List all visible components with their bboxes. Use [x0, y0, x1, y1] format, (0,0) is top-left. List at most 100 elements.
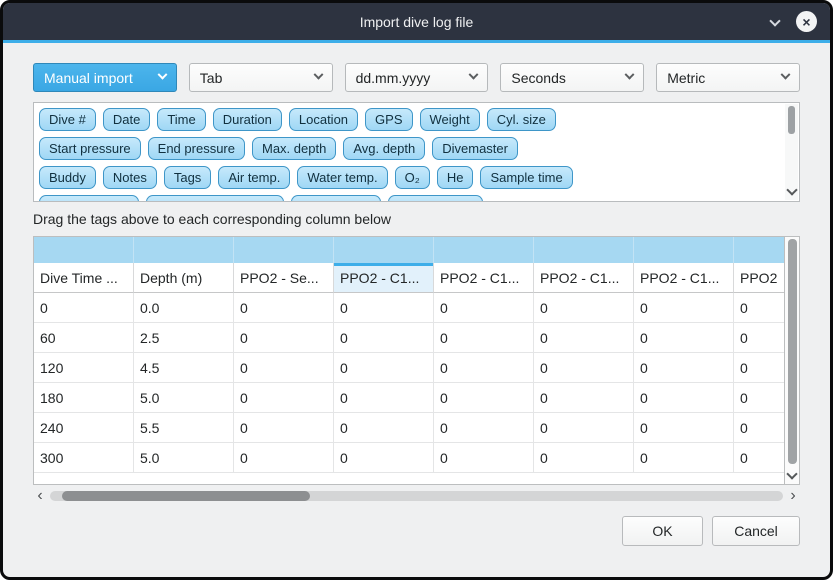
table-cell: 0: [334, 383, 434, 413]
drop-target-cell[interactable]: [34, 237, 134, 263]
table-vertical-scrollbar[interactable]: [785, 236, 800, 485]
tag-pill[interactable]: O₂: [395, 166, 430, 189]
table-row: 180 5.0 0 0 0 0 0 0: [34, 383, 785, 413]
table-cell: 5.5: [134, 413, 234, 443]
titlebar[interactable]: Import dive log file ×: [3, 3, 830, 40]
tag-list-scrollbar[interactable]: [785, 104, 798, 200]
column-header[interactable]: PPO2 - C1...: [534, 263, 634, 293]
close-button[interactable]: ×: [796, 11, 817, 32]
table-cell: 0: [634, 383, 734, 413]
tag-pill[interactable]: End pressure: [148, 137, 245, 160]
tag-pill[interactable]: Sample pO₂: [291, 195, 381, 202]
import-mode-select[interactable]: Manual import: [33, 63, 177, 92]
scroll-down-icon[interactable]: [786, 184, 797, 195]
drop-target-cell[interactable]: [634, 237, 734, 263]
duration-format-select[interactable]: Seconds: [500, 63, 644, 92]
column-header[interactable]: PPO2 - C1...: [434, 263, 534, 293]
tag-pill[interactable]: Duration: [213, 108, 282, 131]
chevron-down-icon[interactable]: [769, 15, 783, 29]
tag-pill[interactable]: Notes: [103, 166, 157, 189]
dialog-content: Manual import Tab dd.mm.yyyy Seconds Met…: [3, 43, 830, 546]
table-cell: 5.0: [134, 383, 234, 413]
tag-pill[interactable]: Sample depth: [39, 195, 139, 202]
table-cell: 0: [334, 353, 434, 383]
drop-target-cell[interactable]: [234, 237, 334, 263]
table-cell: 0: [534, 323, 634, 353]
combo-value: Seconds: [511, 70, 565, 86]
table-cell: 0: [534, 383, 634, 413]
table-cell: 0: [434, 293, 534, 323]
tag-pill[interactable]: He: [437, 166, 474, 189]
tag-pill[interactable]: Dive #: [39, 108, 96, 131]
column-header[interactable]: Depth (m): [134, 263, 234, 293]
units-select[interactable]: Metric: [656, 63, 800, 92]
scrollbar-track[interactable]: [50, 491, 783, 501]
tag-rows: Dive # Date Time Duration Location GPS W…: [34, 103, 799, 202]
scrollbar-handle[interactable]: [788, 106, 795, 134]
scrollbar-handle[interactable]: [62, 491, 310, 501]
table-cell: 60: [34, 323, 134, 353]
tag-pill[interactable]: Air temp.: [218, 166, 290, 189]
table-cell: 0: [634, 293, 734, 323]
scroll-left-icon[interactable]: ‹: [33, 489, 47, 503]
table-cell: 0: [234, 293, 334, 323]
scroll-right-icon[interactable]: ›: [786, 489, 800, 503]
drop-target-cell[interactable]: [434, 237, 534, 263]
drop-target-cell[interactable]: [734, 237, 785, 263]
table-cell: 0: [534, 293, 634, 323]
tag-list-panel: Dive # Date Time Duration Location GPS W…: [33, 102, 800, 202]
table-cell: 180: [34, 383, 134, 413]
tag-pill[interactable]: Start pressure: [39, 137, 141, 160]
table-cell: 0: [534, 413, 634, 443]
table-cell: 0: [234, 353, 334, 383]
scrollbar-handle[interactable]: [788, 239, 797, 464]
chevron-down-icon: [157, 70, 167, 80]
cancel-button[interactable]: Cancel: [712, 516, 800, 546]
tag-pill[interactable]: Sample time: [480, 166, 572, 189]
tag-pill[interactable]: Sample CNS: [388, 195, 483, 202]
dialog-button-row: OK Cancel: [33, 516, 800, 546]
tag-pill[interactable]: Avg. depth: [343, 137, 425, 160]
drop-target-cell[interactable]: [534, 237, 634, 263]
table-cell: 0: [534, 443, 634, 473]
table-cell: 0: [734, 413, 785, 443]
date-format-select[interactable]: dd.mm.yyyy: [345, 63, 489, 92]
table-cell: 5.0: [134, 443, 234, 473]
tag-pill[interactable]: Buddy: [39, 166, 96, 189]
table-cell: 0: [634, 443, 734, 473]
tag-pill[interactable]: Weight: [420, 108, 480, 131]
tag-pill[interactable]: Date: [103, 108, 150, 131]
chevron-down-icon: [781, 70, 791, 80]
table-cell: 300: [34, 443, 134, 473]
table-cell: 0: [634, 413, 734, 443]
tag-pill[interactable]: Time: [157, 108, 205, 131]
table-row: 240 5.5 0 0 0 0 0 0: [34, 413, 785, 443]
tag-pill[interactable]: Tags: [164, 166, 211, 189]
drop-target-cell[interactable]: [334, 237, 434, 263]
table-cell: 0: [434, 413, 534, 443]
field-separator-select[interactable]: Tab: [189, 63, 333, 92]
tag-pill[interactable]: Sample temperature: [146, 195, 284, 202]
table-cell: 0: [34, 293, 134, 323]
column-header[interactable]: PPO2 - C1...: [334, 263, 434, 293]
drop-target-cell[interactable]: [134, 237, 234, 263]
column-header[interactable]: Dive Time ...: [34, 263, 134, 293]
combo-value: Manual import: [44, 70, 133, 86]
column-header[interactable]: PPO2 - Se...: [234, 263, 334, 293]
ok-button[interactable]: OK: [622, 516, 703, 546]
tag-pill[interactable]: Location: [289, 108, 358, 131]
column-header[interactable]: PPO2 - C1...: [634, 263, 734, 293]
table-cell: 0: [634, 323, 734, 353]
tag-pill[interactable]: GPS: [365, 108, 412, 131]
column-header[interactable]: PPO2: [734, 263, 785, 293]
combo-value: Tab: [200, 70, 223, 86]
tag-pill[interactable]: Max. depth: [252, 137, 336, 160]
table-cell: 0: [334, 413, 434, 443]
table-cell: 2.5: [134, 323, 234, 353]
tag-pill[interactable]: Cyl. size: [487, 108, 556, 131]
table-horizontal-scrollbar[interactable]: ‹ ›: [33, 488, 800, 503]
tag-pill[interactable]: Water temp.: [297, 166, 387, 189]
table-cell: 0: [434, 443, 534, 473]
tag-pill[interactable]: Divemaster: [432, 137, 518, 160]
scroll-down-icon[interactable]: [786, 468, 797, 479]
